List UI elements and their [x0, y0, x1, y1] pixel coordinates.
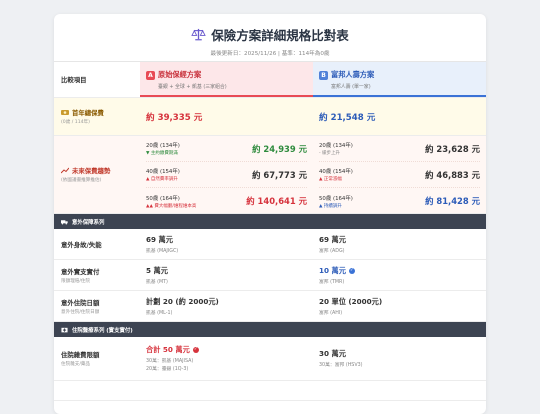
coverage-label: 住院雜費限額	[61, 351, 100, 359]
coverage-label: 意外住院日額	[61, 298, 100, 307]
plan-a-source: 凱基 (MT)	[146, 279, 168, 285]
title-text: 保險方案詳細規格比對表	[211, 28, 349, 43]
plan-b-amount: 30 萬元	[319, 349, 346, 358]
comparison-card: 保險方案詳細規格比對表 最後更新日：2025/11/26 | 基準：114年為0…	[54, 14, 486, 414]
trend-note: ▲ 持續調升	[319, 203, 342, 209]
trend-label: 未來保費趨勢	[72, 167, 111, 175]
plan-b-amount: 10 萬元	[319, 265, 346, 275]
better-badge-icon: ✓	[192, 347, 199, 353]
trend-note: - 緩步上升	[319, 151, 341, 156]
plan-a-source: 凱基 (ML-1)	[146, 310, 173, 316]
trend-age: 40歲 (154年)	[146, 169, 180, 175]
trend-note: ▲ 自然費率調升	[146, 177, 178, 182]
coverage-row: 意外住院日額 意外住院/住院日額 計劃 20 (約 2000元) 凱基 (ML-1)…	[54, 291, 486, 322]
trend-label-cell: 未來保費趨勢 (依國議書推算推估)	[54, 136, 140, 213]
coverage-row: 意外實支實付 限額理賠/住院 5 萬元凱基 (MT) 10 萬元 ✓ 富邦 (TMR)	[54, 260, 486, 291]
trend-hint: (依國議書推算推估)	[61, 178, 102, 183]
coverage-row: 住院雜費限額 住院雜支/藥品 合計 50 萬元 ✓ 30萬：凱基 (MAJISA) …	[54, 337, 486, 381]
money-icon	[61, 110, 69, 115]
plan-a-source: 20萬：臺銀 (1Q-3)	[146, 367, 189, 372]
trend-age: 40歲 (154年)	[319, 169, 353, 175]
coverage-row-partial	[54, 381, 486, 401]
plan-b-header: B 富邦人壽方案 富邦人壽 (單一家)	[313, 62, 486, 97]
trend-age: 20歲 (134年)	[146, 143, 180, 149]
trend-value: 約 46,883 元	[425, 169, 480, 180]
coverage-label: 意外身故/失能	[61, 240, 102, 249]
trend-item: 50歲 (164年) ▲ 持續調升 約 81,428 元	[319, 188, 480, 214]
trend-item: 40歲 (154年) ▲ 正常漲幅 約 46,883 元	[319, 162, 480, 188]
column-header-row: 比較項目 A 原始保經方案 臺銀 + 全球 + 凱基 (三家組合) B 富邦人壽…	[54, 62, 486, 98]
coverage-hint: 意外住院/住院日額	[61, 309, 100, 315]
trend-value: 約 81,428 元	[425, 196, 480, 206]
plan-b-tag: B	[319, 70, 328, 80]
hospital-icon	[61, 327, 68, 332]
section-medical-label: 住院醫療系列 (實支實付)	[72, 327, 133, 334]
scale-icon	[191, 28, 206, 41]
page-header: 保險方案詳細規格比對表 最後更新日：2025/11/26 | 基準：114年為0…	[54, 14, 486, 62]
plan-a-header: A 原始保經方案 臺銀 + 全球 + 凱基 (三家組合)	[140, 62, 313, 97]
plan-b-desc: 富邦人壽 (單一家)	[331, 84, 371, 90]
trend-age: 50歲 (164年)	[146, 195, 180, 202]
coverage-label: 意外實支實付	[61, 267, 100, 276]
trend-value: 約 140,641 元	[246, 196, 307, 206]
plan-b-premium: 約 21,548 元	[319, 112, 376, 123]
page-title: 保險方案詳細規格比對表	[54, 14, 486, 44]
plan-b-source: 富邦 (ADG)	[319, 248, 345, 254]
premium-trend-row: 未來保費趨勢 (依國議書推算推估) 20歲 (134年) ▼ 主約繳費期滿 約 2…	[54, 136, 486, 214]
plan-a-source: 凱基 (MAJIGC)	[146, 248, 179, 254]
trend-note: ▼ 主約繳費期滿	[146, 151, 178, 156]
plan-a-amount: 5 萬元	[146, 265, 168, 275]
plan-b-source: 30萬：富邦 (HSV3)	[319, 363, 363, 368]
plan-b-source: 富邦 (AHI)	[319, 310, 343, 316]
trend-chart-icon	[61, 167, 69, 174]
update-subtitle: 最後更新日：2025/11/26 | 基準：114年為0歲	[210, 51, 330, 57]
trend-item: 20歲 (134年) ▼ 主約繳費期滿 約 24,939 元	[146, 136, 307, 162]
trend-age: 20歲 (134年)	[319, 143, 353, 149]
trend-item: 40歲 (154年) ▲ 自然費率調升 約 67,773 元	[146, 162, 307, 188]
trend-age: 50歲 (164年)	[319, 195, 353, 202]
trend-note: ▲▲ 費大幅翻/維程維本高	[146, 203, 197, 209]
coverage-hint: 限額理賠/住院	[61, 278, 91, 284]
plan-a-name: 原始保經方案	[158, 70, 202, 79]
plan-b-source: 富邦 (TMR)	[319, 279, 345, 285]
trend-value: 約 24,939 元	[252, 143, 307, 154]
trend-note: ▲ 正常漲幅	[319, 177, 342, 182]
coverage-row: 意外身故/失能 69 萬元凱基 (MAJIGC) 69 萬元富邦 (ADG)	[54, 229, 486, 260]
section-header-medical: 住院醫療系列 (實支實付)	[54, 322, 486, 337]
plan-a-source: 30萬：凱基 (MAJISA)	[146, 359, 194, 364]
item-column-header: 比較項目	[54, 62, 140, 97]
coverage-hint: 住院雜支/藥品	[61, 362, 91, 367]
truck-icon	[61, 219, 68, 224]
plan-a-amount: 計劃 20 (約 2000元)	[146, 296, 219, 306]
plan-a-tag: A	[146, 70, 155, 80]
plan-a-trend: 20歲 (134年) ▼ 主約繳費期滿 約 24,939 元 40歲 (154年)…	[140, 136, 313, 213]
trend-item: 20歲 (134年) - 緩步上升 約 23,628 元	[319, 136, 480, 162]
plan-b-amount: 20 單位 (2000元)	[319, 296, 383, 306]
first-year-premium-row: 首年總保費 (0歲 / 114年) 約 39,335 元 約 21,548 元	[54, 98, 486, 136]
plan-b-trend: 20歲 (134年) - 緩步上升 約 23,628 元 40歲 (154年) ▲ …	[313, 136, 486, 213]
trend-value: 約 23,628 元	[425, 143, 480, 154]
section-accident-label: 意外保障系列	[72, 219, 105, 226]
item-column-label: 比較項目	[61, 76, 87, 84]
better-badge-icon: ✓	[348, 267, 355, 274]
section-header-accident: 意外保障系列	[54, 214, 486, 229]
trend-value: 約 67,773 元	[252, 169, 307, 180]
plan-a-amount: 合計 50 萬元	[146, 345, 190, 354]
premium-label-cell: 首年總保費 (0歲 / 114年)	[54, 98, 140, 135]
plan-a-amount: 69 萬元	[146, 234, 173, 244]
plan-a-desc: 臺銀 + 全球 + 凱基 (三家組合)	[158, 84, 227, 90]
plan-a-premium: 約 39,335 元	[146, 112, 203, 123]
premium-label: 首年總保費	[72, 109, 104, 117]
plan-b-amount: 69 萬元	[319, 234, 346, 244]
trend-item: 50歲 (164年) ▲▲ 費大幅翻/維程維本高 約 140,641 元	[146, 188, 307, 214]
plan-b-name: 富邦人壽方案	[331, 70, 375, 79]
premium-hint: (0歲 / 114年)	[61, 120, 90, 125]
